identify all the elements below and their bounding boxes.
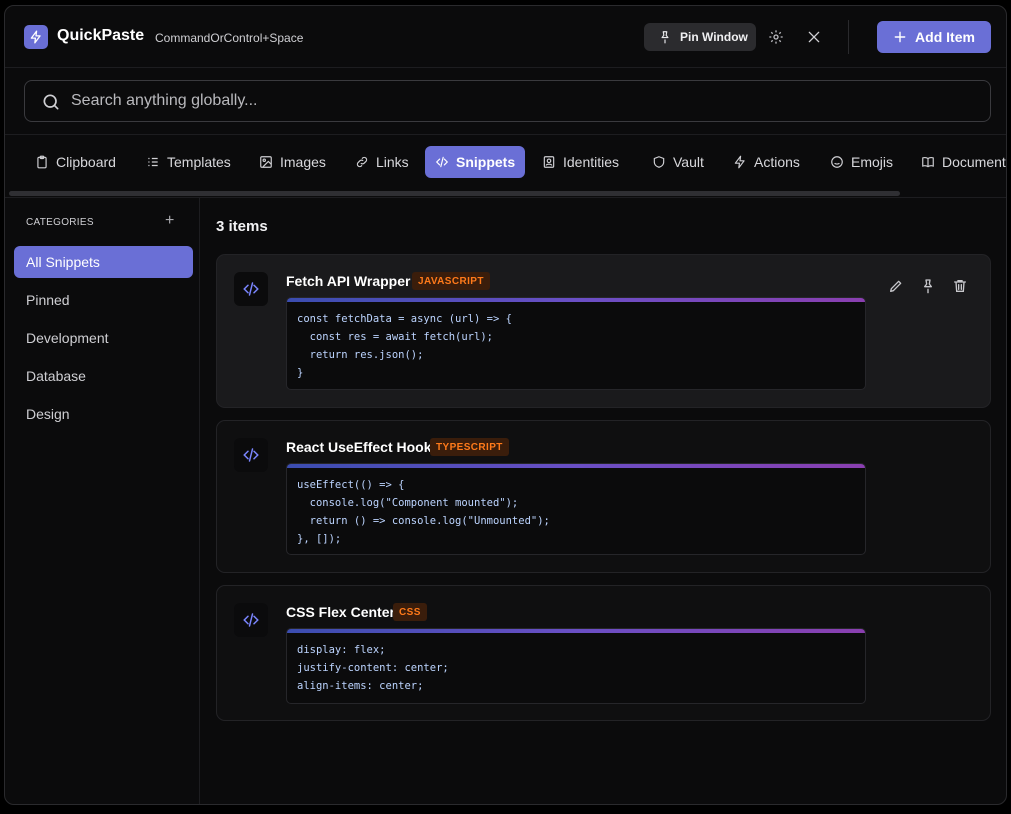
language-badge: CSS <box>393 603 427 621</box>
code-icon <box>435 156 449 168</box>
snippet-title: Fetch API Wrapper <box>286 273 411 289</box>
pin-button[interactable] <box>919 277 937 295</box>
card-actions <box>887 277 969 295</box>
tab-label: Actions <box>754 154 800 170</box>
language-badge: JAVASCRIPT <box>412 272 490 290</box>
tab-templates[interactable]: Templates <box>136 146 241 178</box>
clipboard-icon <box>37 155 47 169</box>
tab-label: Documents <box>942 154 1006 170</box>
tab-scrollbar[interactable] <box>9 191 900 196</box>
pin-icon <box>661 31 669 44</box>
bolt-icon <box>734 155 745 169</box>
sidebar-item-design[interactable]: Design <box>14 398 193 430</box>
code-block: const fetchData = async (url) => { const… <box>286 297 866 390</box>
code-text: const fetchData = async (url) => { const… <box>297 313 512 379</box>
smile-icon <box>831 156 843 168</box>
sidebar-item-development[interactable]: Development <box>14 322 193 354</box>
book-icon <box>922 156 934 168</box>
edit-button[interactable] <box>887 277 905 295</box>
search-icon <box>43 94 59 110</box>
add-category-button[interactable]: + <box>165 212 174 230</box>
tab-label: Vault <box>673 154 704 170</box>
tab-snippets[interactable]: Snippets <box>425 146 526 178</box>
divider <box>5 134 1006 135</box>
trash-icon <box>954 280 966 292</box>
code-text: display: flex; justify-content: center; … <box>297 644 449 692</box>
tab-clipboard[interactable]: Clipboard <box>25 146 126 178</box>
item-count: 3 items <box>216 218 268 235</box>
tab-label: Emojis <box>851 154 894 170</box>
bolt-icon <box>24 25 48 49</box>
app-window: QuickPaste CommandOrControl+Space Pin Wi… <box>4 5 1007 805</box>
snippet-card[interactable]: Fetch API Wrapper JAVASCRIPT const fetch… <box>216 254 991 408</box>
list-icon <box>148 157 158 167</box>
snippet-title: React UseEffect Hook <box>286 439 432 455</box>
tab-label: Identities <box>563 154 620 170</box>
tab-documents[interactable]: Documents <box>911 146 1006 178</box>
header-divider <box>848 20 849 54</box>
code-block: display: flex; justify-content: center; … <box>286 628 866 704</box>
delete-button[interactable] <box>951 277 969 295</box>
shield-icon <box>653 156 665 168</box>
tab-label: Templates <box>167 154 231 170</box>
tab-links[interactable]: Links <box>345 146 419 178</box>
code-icon <box>234 272 268 306</box>
snippet-card[interactable]: CSS Flex Center CSS display: flex; justi… <box>216 585 991 721</box>
sidebar: CATEGORIES + All Snippets Pinned Develop… <box>5 198 200 804</box>
sidebar-item-pinned[interactable]: Pinned <box>14 284 193 316</box>
code-icon <box>234 603 268 637</box>
tab-label: Images <box>280 154 326 170</box>
close-icon <box>808 31 820 43</box>
pin-window-label: Pin Window <box>680 30 748 44</box>
tab-vault[interactable]: Vault <box>642 146 714 178</box>
snippet-card[interactable]: React UseEffect Hook TYPESCRIPT useEffec… <box>216 420 991 573</box>
tab-images[interactable]: Images <box>249 146 336 178</box>
close-button[interactable] <box>803 26 825 48</box>
image-icon <box>260 156 272 168</box>
snippet-title: CSS Flex Center <box>286 604 395 620</box>
language-badge: TYPESCRIPT <box>430 438 509 456</box>
plus-icon <box>894 31 906 43</box>
tab-emojis[interactable]: Emojis <box>820 146 903 178</box>
sidebar-item-all-snippets[interactable]: All Snippets <box>14 246 193 278</box>
sidebar-item-database[interactable]: Database <box>14 360 193 392</box>
pin-icon <box>924 279 932 294</box>
pin-window-button[interactable]: Pin Window <box>644 23 756 51</box>
code-icon <box>234 438 268 472</box>
settings-button[interactable] <box>765 26 787 48</box>
tab-label: Snippets <box>456 154 516 170</box>
link-icon <box>356 156 368 168</box>
pencil-icon <box>890 280 902 292</box>
shortcut-label: CommandOrControl+Space <box>155 31 304 45</box>
header: QuickPaste CommandOrControl+Space Pin Wi… <box>5 6 1006 68</box>
search-input[interactable] <box>71 81 971 121</box>
tab-label: Clipboard <box>56 154 116 170</box>
add-item-label: Add Item <box>915 29 975 45</box>
categories-heading: CATEGORIES <box>26 217 94 228</box>
tab-actions[interactable]: Actions <box>723 146 810 178</box>
code-text: useEffect(() => { console.log("Component… <box>297 479 550 545</box>
code-block: useEffect(() => { console.log("Component… <box>286 463 866 555</box>
tab-identities[interactable]: Identities <box>532 146 629 178</box>
tab-label: Links <box>376 154 409 170</box>
app-title: QuickPaste <box>57 27 145 44</box>
gear-icon <box>769 30 783 44</box>
tab-bar: Clipboard Templates Images Links Snippet… <box>5 146 1006 180</box>
id-card-icon <box>543 156 555 168</box>
add-item-button[interactable]: Add Item <box>877 21 991 53</box>
search-box <box>24 80 991 122</box>
